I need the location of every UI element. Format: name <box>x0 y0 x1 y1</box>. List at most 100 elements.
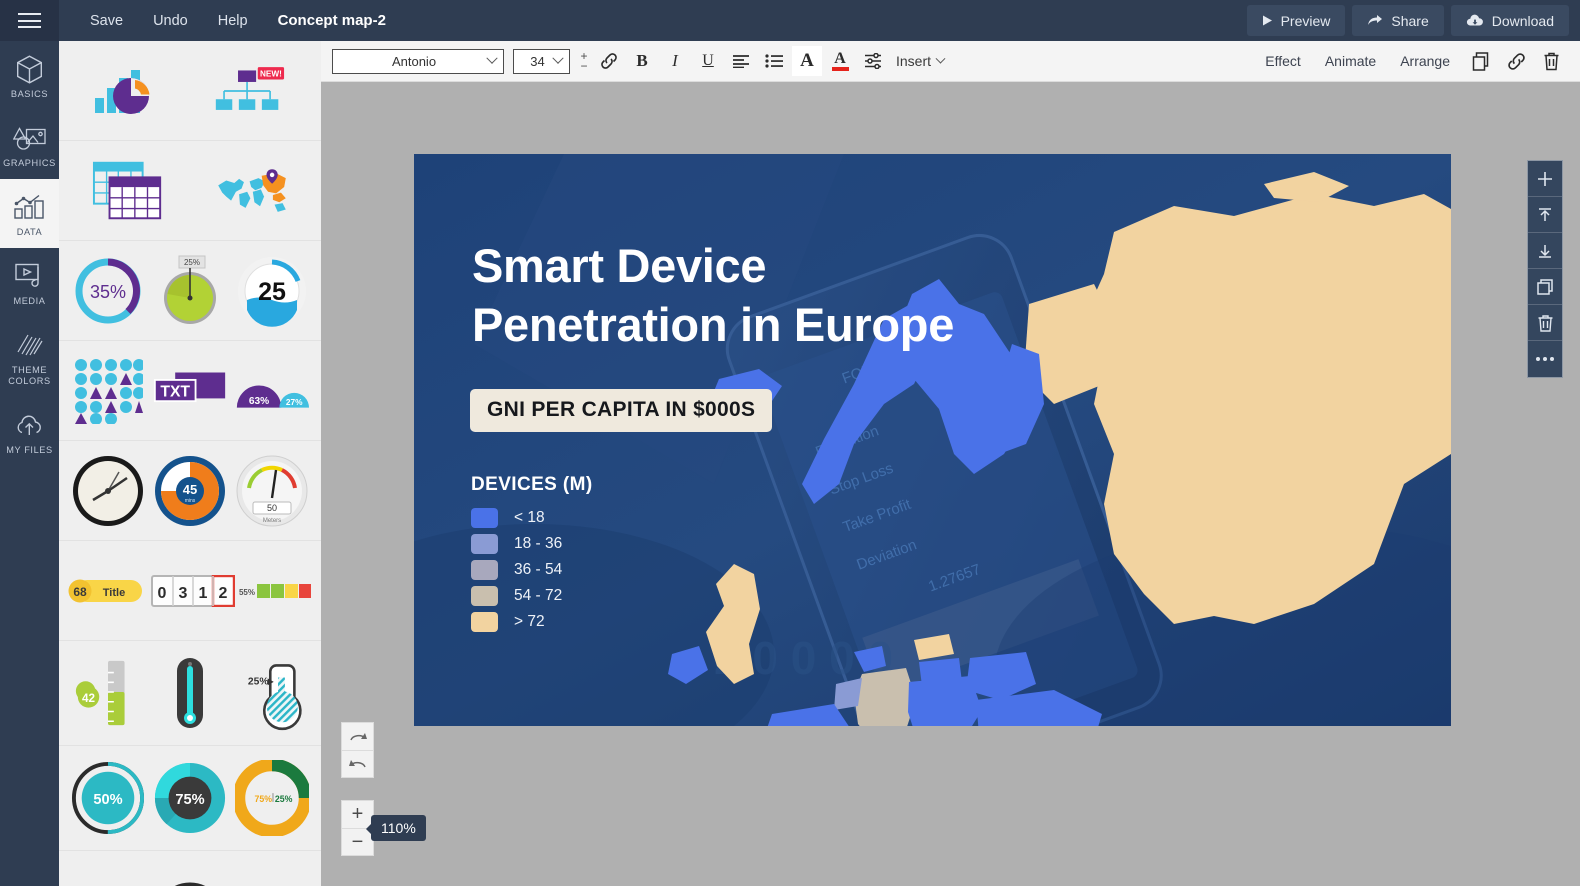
insert-dropdown[interactable]: Insert <box>896 53 944 69</box>
save-button[interactable]: Save <box>75 13 138 29</box>
sidebar-item-media[interactable]: MEDIA <box>0 248 59 317</box>
slide[interactable]: FOREX Execution Stop Loss Take Profit De… <box>414 154 1451 726</box>
sidebar-label-basics: BASICS <box>2 89 57 100</box>
redo-arrow-icon[interactable] <box>342 723 373 750</box>
text-settings-icon[interactable] <box>858 46 888 76</box>
odometer-thumb[interactable]: 0 3 1 2 <box>151 554 235 628</box>
legend-swatch <box>471 534 498 554</box>
preview-button[interactable]: Preview <box>1247 5 1346 36</box>
water-gauge-thumb[interactable]: 25 <box>235 254 309 328</box>
region-benelux[interactable] <box>834 678 862 710</box>
italic-icon[interactable]: I <box>660 46 690 76</box>
text-color-glyph: A <box>834 51 846 66</box>
underline-glyph: U <box>702 52 714 70</box>
delete-slide-icon[interactable] <box>1528 305 1562 341</box>
move-up-icon[interactable] <box>1528 197 1562 233</box>
link-icon[interactable] <box>594 46 624 76</box>
partial-donut-thumb[interactable] <box>153 864 227 886</box>
text-style-icon[interactable]: A <box>792 46 822 76</box>
split-donut-thumb[interactable]: 75% 25% <box>235 761 309 835</box>
bullet-list-icon[interactable] <box>759 46 789 76</box>
region-latvia[interactable] <box>914 634 954 660</box>
donut-75-thumb[interactable]: 75% <box>153 761 227 835</box>
pill-label: Title <box>103 587 125 599</box>
share-button[interactable]: Share <box>1352 5 1443 36</box>
slide-canvas[interactable]: FOREX Execution Stop Loss Take Profit De… <box>321 82 1580 886</box>
cube-icon <box>2 53 57 85</box>
text-color-icon[interactable]: A <box>825 46 855 76</box>
pill-title-thumb[interactable]: 68 Title <box>68 554 148 628</box>
bar-pie-chart-thumb[interactable] <box>92 54 166 128</box>
image-shapes-icon <box>2 122 57 154</box>
undo-arrow-icon[interactable] <box>342 750 373 777</box>
font-size-select[interactable]: 34 <box>513 49 570 74</box>
font-size-stepper[interactable]: + − <box>577 51 591 71</box>
region-ireland[interactable] <box>668 646 708 684</box>
segmented-bar-thumb[interactable]: 55% <box>238 554 312 628</box>
hamburger-icon[interactable] <box>0 0 59 41</box>
animate-button[interactable]: Animate <box>1314 53 1387 69</box>
duplicate-slide-icon[interactable] <box>1528 269 1562 305</box>
analog-clock-thumb[interactable] <box>71 454 145 528</box>
duplicate-icon[interactable] <box>1466 46 1496 76</box>
delete-icon[interactable] <box>1536 46 1566 76</box>
odometer-digit: 0 <box>158 585 167 602</box>
share-arrow-icon <box>1367 14 1383 27</box>
region-russia[interactable] <box>1086 194 1451 624</box>
font-size-decrease[interactable]: − <box>577 61 591 71</box>
sidebar-item-graphics[interactable]: GRAPHICS <box>0 110 59 179</box>
region-belarus[interactable] <box>966 652 1036 700</box>
sidebar-item-basics[interactable]: BASICS <box>0 41 59 110</box>
canvas-history-controls <box>341 722 374 778</box>
timer-gauge-thumb[interactable]: 45 mins <box>153 454 227 528</box>
table-thumb[interactable] <box>92 154 166 228</box>
sidebar-label-media: MEDIA <box>2 296 57 307</box>
download-button[interactable]: Download <box>1451 5 1569 36</box>
asset-row <box>59 141 321 241</box>
arrange-button[interactable]: Arrange <box>1389 53 1461 69</box>
region-united-kingdom[interactable] <box>706 564 760 684</box>
org-chart-thumb[interactable]: NEW! <box>215 54 289 128</box>
donut-percent-thumb[interactable]: 35% <box>71 254 145 328</box>
asset-row-partial <box>59 851 321 886</box>
subtitle-badge[interactable]: GNI PER CAPITA IN $000S <box>470 389 772 432</box>
align-left-icon[interactable] <box>726 46 756 76</box>
sidebar-item-my-files[interactable]: MY FILES <box>0 397 59 466</box>
more-options-icon[interactable] <box>1528 341 1562 377</box>
play-icon <box>1262 15 1273 26</box>
pictogram-grid-thumb[interactable] <box>71 354 145 428</box>
move-down-icon[interactable] <box>1528 233 1562 269</box>
format-toolbar: Antonio 34 + − B I <box>321 41 1580 82</box>
slide-title-line2: Penetration in Europe <box>472 296 1072 355</box>
add-slide-icon[interactable] <box>1528 161 1562 197</box>
cylinder-meter-thumb[interactable]: 42 <box>71 656 145 730</box>
region-germany[interactable] <box>854 668 916 726</box>
chevron-down-icon <box>486 53 497 64</box>
speedometer-thumb[interactable]: 50 Meters <box>235 454 309 528</box>
asset-panel[interactable]: NEW! <box>59 41 321 886</box>
txt-label-thumb[interactable]: TXT <box>153 354 227 428</box>
world-map-pin-thumb[interactable] <box>215 154 289 228</box>
half-donut-pair-thumb[interactable]: 63% 27% <box>235 354 309 428</box>
undo-button[interactable]: Undo <box>138 13 203 29</box>
region-denmark[interactable] <box>854 646 886 672</box>
map-legend[interactable]: DEVICES (M) < 18 18 - 36 36 - 54 54 - 72 <box>471 474 593 635</box>
bold-glyph: B <box>636 51 647 71</box>
dark-thermometer-thumb[interactable] <box>153 656 227 730</box>
underline-icon[interactable]: U <box>693 46 723 76</box>
help-button[interactable]: Help <box>203 13 263 29</box>
bold-icon[interactable]: B <box>627 46 657 76</box>
sidebar-item-data[interactable]: DATA <box>0 179 59 248</box>
video-music-icon <box>2 260 57 292</box>
effect-button[interactable]: Effect <box>1254 53 1312 69</box>
pie-gauge-thumb[interactable]: 25% <box>153 254 227 328</box>
sidebar-item-theme-colors[interactable]: THEME COLORS <box>0 317 59 397</box>
striped-thermometer-thumb[interactable]: 25% <box>235 656 309 730</box>
ring-50-thumb[interactable]: 50% <box>71 761 145 835</box>
link-icon[interactable] <box>1501 46 1531 76</box>
document-title[interactable]: Concept map-2 <box>263 12 401 29</box>
timer-gauge-value: 45 <box>183 482 197 497</box>
region-novaya-zemlya[interactable] <box>1264 172 1349 202</box>
font-family-select[interactable]: Antonio <box>332 49 504 74</box>
slide-title[interactable]: Smart Device Penetration in Europe <box>472 237 1072 355</box>
